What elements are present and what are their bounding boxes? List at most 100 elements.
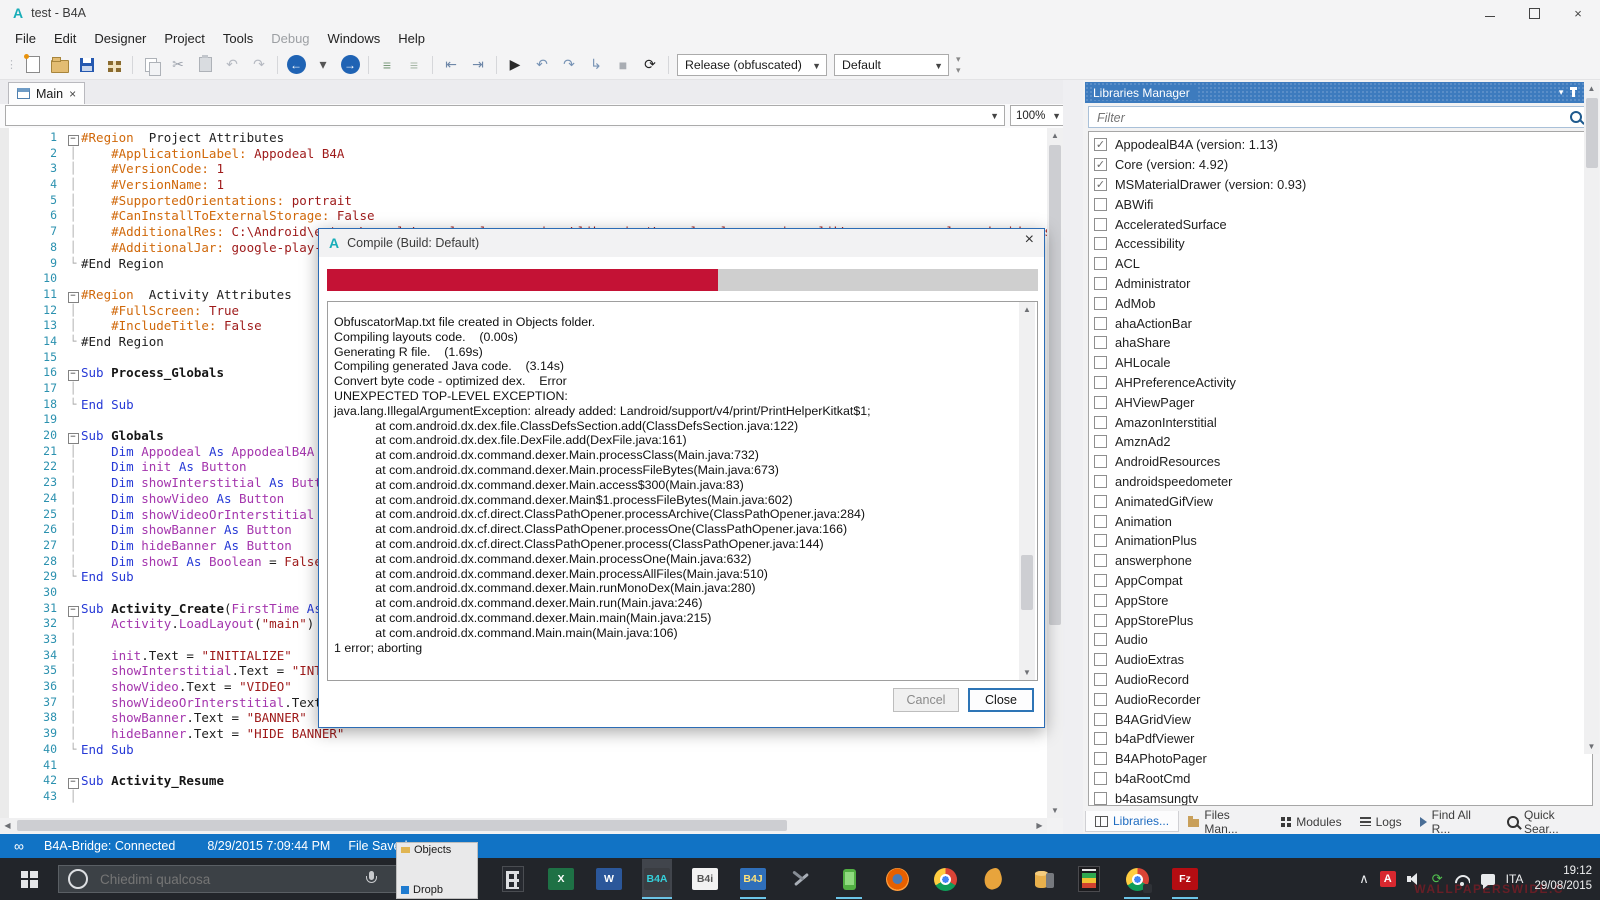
library-checkbox[interactable] <box>1094 653 1107 667</box>
library-item[interactable]: ✓ MSMaterialDrawer (version: 0.93) <box>1089 175 1592 195</box>
library-checkbox[interactable] <box>1094 613 1107 627</box>
explorer-popup[interactable]: Objects Dropb <box>396 842 478 899</box>
taskbar-filezilla[interactable]: Fz <box>1170 859 1200 899</box>
scroll-down-icon[interactable]: ▼ <box>1019 665 1035 680</box>
start-button[interactable] <box>0 858 58 900</box>
rebuild-icon[interactable]: ⟳ <box>640 55 660 75</box>
scrollbar-thumb[interactable] <box>1585 98 1598 168</box>
library-item[interactable]: AudioRecord <box>1089 670 1592 690</box>
library-checkbox[interactable] <box>1094 633 1107 647</box>
menu-edit[interactable]: Edit <box>45 28 85 49</box>
library-item[interactable]: AHLocale <box>1089 353 1592 373</box>
library-checkbox[interactable] <box>1094 593 1107 607</box>
language-indicator[interactable]: ITA <box>1506 872 1524 886</box>
menu-file[interactable]: File <box>6 28 45 49</box>
fold-toggle-icon[interactable]: − <box>65 287 81 303</box>
library-item[interactable]: AmazonInterstitial <box>1089 412 1592 432</box>
scroll-left-icon[interactable]: ◀ <box>0 818 15 833</box>
library-item[interactable]: AndroidResources <box>1089 452 1592 472</box>
menu-project[interactable]: Project <box>155 28 213 49</box>
scrollbar-thumb[interactable] <box>1021 555 1033 610</box>
taskbar-calculator[interactable] <box>498 859 528 899</box>
copy-icon[interactable] <box>141 55 161 76</box>
member-navigation-select[interactable]: ▼ <box>5 105 1005 126</box>
adobe-icon[interactable]: A <box>1379 871 1396 887</box>
taskbar-firefox[interactable] <box>882 859 912 899</box>
library-checkbox[interactable]: ✓ <box>1094 158 1107 172</box>
library-checkbox[interactable] <box>1094 771 1107 785</box>
taskbar-clock[interactable]: 19:12 29/08/2015 <box>1534 864 1592 894</box>
library-item[interactable]: AppCompat <box>1089 571 1592 591</box>
library-checkbox[interactable] <box>1094 672 1107 686</box>
open-project-icon[interactable] <box>50 55 70 75</box>
taskbar-b4a[interactable]: B4A <box>642 859 672 899</box>
library-item[interactable]: AHPreferenceActivity <box>1089 373 1592 393</box>
library-checkbox[interactable] <box>1094 732 1107 746</box>
library-item[interactable]: b4aPdfViewer <box>1089 729 1592 749</box>
library-item[interactable]: AnimatedGifView <box>1089 491 1592 511</box>
library-item[interactable]: b4aRootCmd <box>1089 769 1592 789</box>
scrollbar-thumb[interactable] <box>1049 145 1061 625</box>
run-icon[interactable]: ▶ <box>505 55 525 75</box>
editor-zoom-select[interactable]: 100% ▼ <box>1010 105 1066 126</box>
chat-icon[interactable] <box>1480 873 1495 889</box>
cut-icon[interactable]: ✂ <box>168 55 188 75</box>
library-item[interactable]: AmznAd2 <box>1089 432 1592 452</box>
editor-vertical-scrollbar[interactable]: ▲ ▼ <box>1047 128 1063 818</box>
library-checkbox[interactable] <box>1094 534 1107 548</box>
taskbar-b4i[interactable]: B4i <box>690 859 720 899</box>
taskbar-phone[interactable] <box>834 859 864 899</box>
package-icon[interactable] <box>104 55 124 75</box>
paste-icon[interactable] <box>195 55 215 75</box>
panel-tab-libraries-[interactable]: Libraries... <box>1085 811 1180 832</box>
pin-icon[interactable] <box>1570 87 1578 97</box>
libraries-scrollbar[interactable]: ▲ ▼ <box>1584 81 1599 754</box>
panel-splitter[interactable] <box>1063 80 1083 834</box>
close-button[interactable]: × <box>1556 0 1600 26</box>
library-checkbox[interactable] <box>1094 712 1107 726</box>
indent-icon[interactable]: ⇥ <box>468 55 488 75</box>
library-checkbox[interactable] <box>1094 455 1107 469</box>
log-scrollbar[interactable]: ▲ ▼ <box>1019 302 1035 680</box>
taskbar-search-input[interactable] <box>98 870 352 888</box>
library-item[interactable]: AcceleratedSurface <box>1089 214 1592 234</box>
fold-toggle-icon[interactable]: − <box>65 601 81 617</box>
scroll-down-icon[interactable]: ▼ <box>1047 803 1063 818</box>
library-item[interactable]: ✓ AppodealB4A (version: 1.13) <box>1089 135 1592 155</box>
library-item[interactable]: B4AGridView <box>1089 709 1592 729</box>
step-over-icon[interactable]: ↷ <box>559 55 579 75</box>
fold-toggle-icon[interactable]: − <box>65 773 81 790</box>
library-item[interactable]: Accessibility <box>1089 234 1592 254</box>
uncomment-icon[interactable]: ≡ <box>404 55 424 75</box>
comment-icon[interactable]: ≡ <box>377 55 397 75</box>
stop-icon[interactable]: ■ <box>613 55 633 75</box>
tab-close-icon[interactable]: × <box>69 87 76 101</box>
microphone-icon[interactable] <box>366 871 377 887</box>
search-icon[interactable] <box>1570 111 1582 123</box>
fold-toggle-icon[interactable]: − <box>65 365 81 382</box>
taskbar-tool[interactable] <box>786 859 816 899</box>
panel-menu-icon[interactable]: ▾ <box>1559 87 1564 98</box>
dialog-close-icon[interactable]: × <box>1025 231 1034 249</box>
library-checkbox[interactable] <box>1094 296 1107 310</box>
chevron-up-icon[interactable]: ∧ <box>1359 871 1369 887</box>
library-item[interactable]: AdMob <box>1089 293 1592 313</box>
library-checkbox[interactable] <box>1094 692 1107 706</box>
library-checkbox[interactable] <box>1094 554 1107 568</box>
taskbar-database[interactable] <box>1026 859 1056 899</box>
toolbar-drag-handle[interactable]: ⋮ <box>6 58 17 71</box>
taskbar-excel[interactable]: X <box>546 859 576 899</box>
nav-dropdown-icon[interactable]: ▾ <box>313 55 333 75</box>
library-checkbox[interactable] <box>1094 514 1107 528</box>
library-checkbox[interactable] <box>1094 435 1107 449</box>
outdent-icon[interactable]: ⇤ <box>441 55 461 75</box>
filter-input[interactable] <box>1095 108 1569 128</box>
navigate-back-icon[interactable]: ← <box>286 55 306 75</box>
library-checkbox[interactable] <box>1094 395 1107 409</box>
minimize-button[interactable] <box>1468 0 1512 26</box>
wifi-icon[interactable] <box>1454 873 1470 886</box>
library-item[interactable]: ACL <box>1089 254 1592 274</box>
build-configuration-select[interactable]: Release (obfuscated) ▼ <box>677 53 827 76</box>
fold-toggle-icon[interactable]: − <box>65 130 81 146</box>
library-checkbox[interactable] <box>1094 316 1107 330</box>
